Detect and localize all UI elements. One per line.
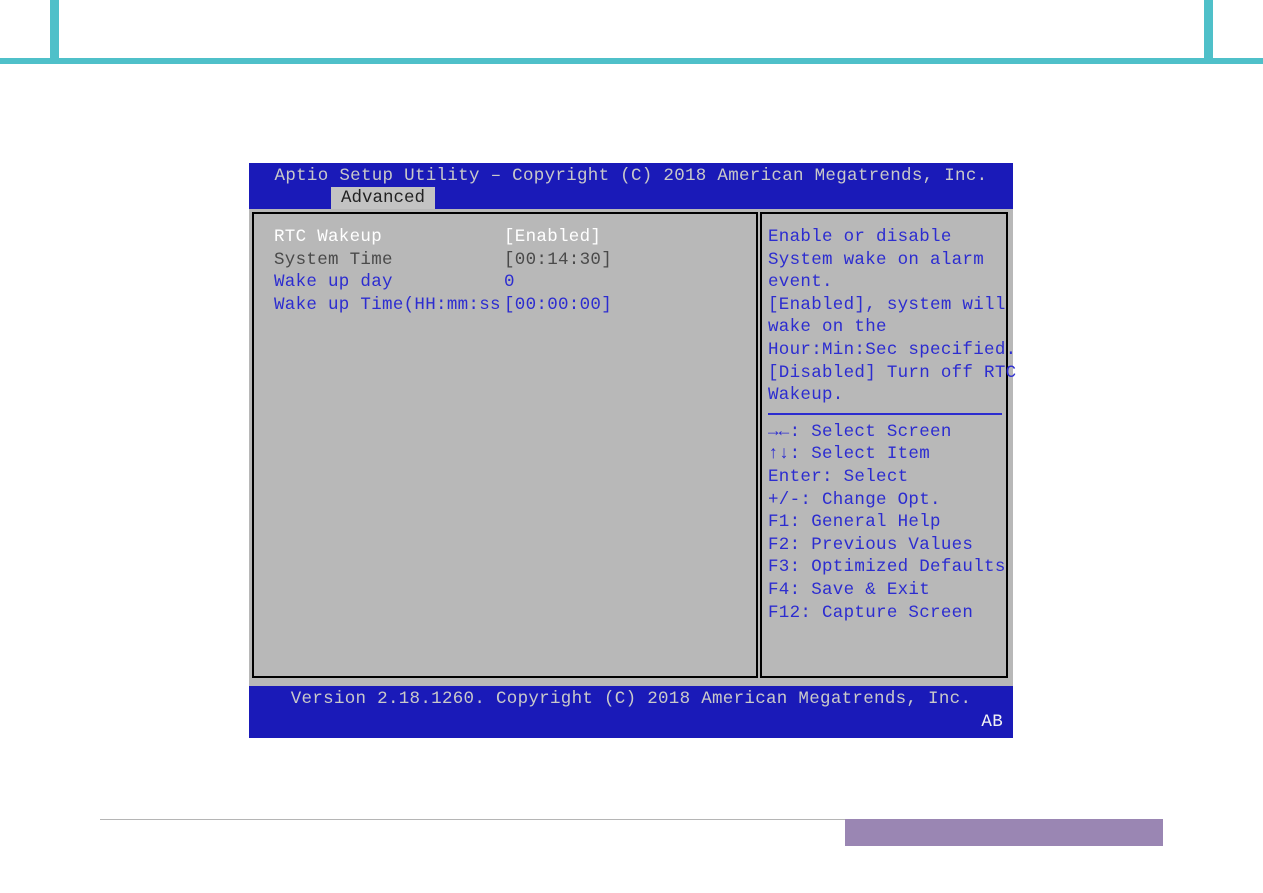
bios-setup-screenshot: manualshive Aptio Setup Utility – Copyri… (249, 163, 1013, 736)
setting-value: 0 (504, 271, 515, 294)
setting-wake-up-day[interactable]: Wake up day 0 (274, 271, 748, 294)
page-header-blank (59, 0, 1204, 58)
key-save-exit: F4: Save & Exit (768, 579, 1002, 602)
page-border-left (50, 0, 59, 64)
bios-footer-text: Version 2.18.1260. Copyright (C) 2018 Am… (291, 689, 972, 709)
setting-label: Wake up Time(HH:mm:ss (274, 294, 504, 317)
help-text: [Disabled] Turn off RTC (768, 362, 1002, 385)
setting-label: System Time (274, 249, 504, 272)
setting-value: [00:14:30] (504, 249, 612, 272)
key-enter-select: Enter: Select (768, 466, 1002, 489)
help-divider (768, 413, 1002, 415)
bios-footer-tag: AB (981, 711, 1003, 734)
page-border-right (1204, 0, 1213, 64)
page-border-top (0, 58, 1263, 64)
bios-footer: Version 2.18.1260. Copyright (C) 2018 Am… (249, 686, 1013, 738)
help-text: Hour:Min:Sec specified. (768, 339, 1002, 362)
help-text: [Enabled], system will (768, 294, 1002, 317)
key-select-screen: →←: Select Screen (768, 421, 1002, 444)
key-general-help: F1: General Help (768, 511, 1002, 534)
bios-help-panel: Enable or disable System wake on alarm e… (760, 212, 1008, 678)
bios-tab-advanced[interactable]: Advanced (331, 187, 435, 209)
help-text: wake on the (768, 316, 1002, 339)
setting-value: [Enabled] (504, 226, 601, 249)
help-text: Wakeup. (768, 384, 1002, 407)
setting-system-time[interactable]: System Time [00:14:30] (274, 249, 748, 272)
bios-body: RTC Wakeup [Enabled] System Time [00:14:… (249, 209, 1013, 686)
bios-title: Aptio Setup Utility – Copyright (C) 2018… (249, 163, 1013, 187)
help-text: System wake on alarm (768, 249, 1002, 272)
help-text: Enable or disable (768, 226, 1002, 249)
bios-settings-panel: RTC Wakeup [Enabled] System Time [00:14:… (252, 212, 758, 678)
key-previous-values: F2: Previous Values (768, 534, 1002, 557)
key-select-item: ↑↓: Select Item (768, 443, 1002, 466)
page-footer-block (845, 819, 1163, 846)
key-change-opt: +/-: Change Opt. (768, 489, 1002, 512)
setting-label: RTC Wakeup (274, 226, 504, 249)
bios-header: Aptio Setup Utility – Copyright (C) 2018… (249, 163, 1013, 209)
setting-value: [00:00:00] (504, 294, 612, 317)
setting-wake-up-time[interactable]: Wake up Time(HH:mm:ss [00:00:00] (274, 294, 748, 317)
setting-label: Wake up day (274, 271, 504, 294)
setting-rtc-wakeup[interactable]: RTC Wakeup [Enabled] (274, 226, 748, 249)
key-optimized-defaults: F3: Optimized Defaults (768, 556, 1002, 579)
help-text: event. (768, 271, 1002, 294)
key-capture-screen: F12: Capture Screen (768, 602, 1002, 625)
